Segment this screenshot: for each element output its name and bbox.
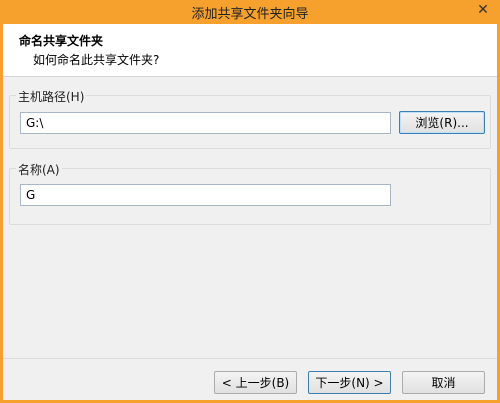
- footer-divider: [3, 358, 497, 359]
- back-button[interactable]: < 上一步(B): [214, 371, 297, 394]
- window-title: 添加共享文件夹向导: [191, 7, 309, 22]
- wizard-window: 添加共享文件夹向导 ✕ 命名共享文件夹 如何命名此共享文件夹? 主机路径(H) …: [0, 0, 500, 403]
- page-subtitle: 如何命名此共享文件夹?: [33, 53, 160, 67]
- host-path-input[interactable]: [20, 112, 391, 134]
- browse-button[interactable]: 浏览(R)...: [399, 111, 485, 134]
- wizard-header: 命名共享文件夹 如何命名此共享文件夹?: [3, 24, 497, 77]
- cancel-button[interactable]: 取消: [402, 371, 485, 394]
- host-path-group: 主机路径(H) 浏览(R)...: [9, 88, 491, 149]
- name-input[interactable]: [20, 184, 391, 206]
- host-path-label: 主机路径(H): [16, 88, 87, 105]
- close-button[interactable]: ✕: [472, 0, 494, 20]
- name-group: 名称(A): [9, 161, 491, 225]
- close-icon: ✕: [477, 2, 489, 18]
- next-button[interactable]: 下一步(N) >: [308, 371, 391, 394]
- wizard-footer: < 上一步(B) 下一步(N) > 取消: [3, 358, 497, 400]
- page-title: 命名共享文件夹: [19, 34, 104, 48]
- title-bar: 添加共享文件夹向导 ✕: [0, 0, 500, 24]
- name-label: 名称(A): [16, 161, 62, 178]
- dialog-client-area: 命名共享文件夹 如何命名此共享文件夹? 主机路径(H) 浏览(R)... 名称(…: [3, 24, 497, 400]
